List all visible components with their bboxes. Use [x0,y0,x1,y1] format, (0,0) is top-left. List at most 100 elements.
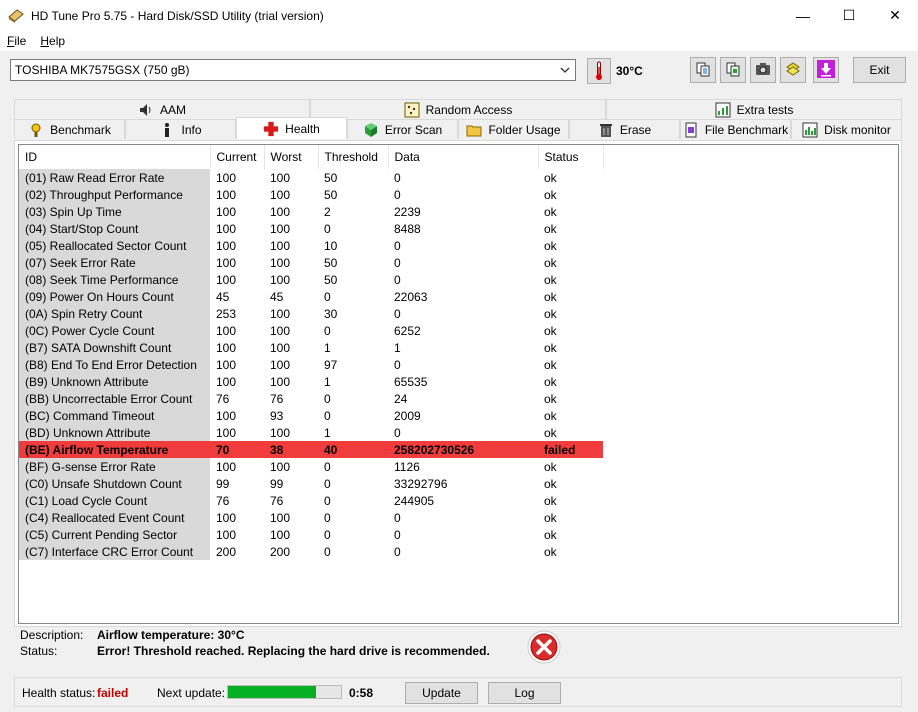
tab-random-access[interactable]: Random Access [310,99,606,119]
table-row[interactable]: (B8) End To End Error Detection 100 100 97 0… [19,356,603,373]
tab-health[interactable]: Health [236,117,347,139]
table-row[interactable]: (C0) Unsafe Shutdown Count 99 99 0 33292796 o… [19,475,603,492]
table-row[interactable]: (07) Seek Error Rate 100 100 50 0 ok [19,254,603,271]
tab-label: Error Scan [384,122,443,137]
cell-threshold: 10 [324,238,338,253]
column-header-status[interactable]: Status [538,145,604,169]
minimize-button[interactable]: — [780,0,826,31]
cell-id: (C0) Unsafe Shutdown Count [19,475,210,492]
table-row[interactable]: (BD) Unknown Attribute 100 100 1 0 ok [19,424,603,441]
cell-status: ok [544,306,557,321]
table-row[interactable]: (C5) Current Pending Sector 100 100 0 0 ok [19,526,603,543]
table-row[interactable]: (C7) Interface CRC Error Count 200 200 0 0 ok [19,543,603,560]
menu-file[interactable]: File [0,34,33,48]
table-row[interactable]: (04) Start/Stop Count 100 100 0 8488 ok [19,220,603,237]
tab-disk-monitor[interactable]: Disk monitor [791,119,902,139]
table-row[interactable]: (BF) G-sense Error Rate 100 100 0 1126 ok [19,458,603,475]
smart-attributes-list[interactable]: ID Current Worst Threshold Data Status (… [18,144,899,624]
cell-threshold: 50 [324,170,338,185]
exit-button[interactable]: Exit [853,57,906,83]
update-button[interactable]: Update [405,682,478,704]
column-header-worst[interactable]: Worst [264,145,319,169]
table-row[interactable]: (02) Throughput Performance 100 100 50 0 ok [19,186,603,203]
options-button[interactable] [780,57,806,83]
table-row[interactable]: (C1) Load Cycle Count 76 76 0 244905 ok [19,492,603,509]
cell-threshold: 1 [324,374,331,389]
cell-worst: 93 [270,408,284,423]
table-row[interactable]: (BC) Command Timeout 100 93 0 2009 ok [19,407,603,424]
cell-id: (B7) SATA Downshift Count [19,339,210,356]
cell-id: (B9) Unknown Attribute [19,373,210,390]
camera-icon [755,61,771,80]
table-row[interactable]: (09) Power On Hours Count 45 45 0 22063 ok [19,288,603,305]
table-row[interactable]: (08) Seek Time Performance 100 100 50 0 ok [19,271,603,288]
table-row[interactable]: (BE) Airflow Temperature 70 38 40 2582027305… [19,441,603,458]
tab-row-bottom: Benchmark Info Health Error Scan Folder … [14,117,902,139]
cell-threshold: 50 [324,255,338,270]
table-row[interactable]: (01) Raw Read Error Rate 100 100 50 0 ok [19,169,603,186]
tab-label: Folder Usage [488,122,561,137]
table-row[interactable]: (B9) Unknown Attribute 100 100 1 65535 ok [19,373,603,390]
cell-id: (BD) Unknown Attribute [19,424,210,441]
drive-select[interactable]: TOSHIBA MK7575GSX (750 gB) [10,59,576,81]
cell-threshold: 1 [324,340,331,355]
folder-icon [466,122,482,138]
log-button[interactable]: Log [488,682,561,704]
cell-worst: 100 [270,510,291,525]
thermometer-icon[interactable] [587,57,611,84]
tab-row-top: AAM Random Access Extra tests [14,99,902,119]
tab-benchmark[interactable]: Benchmark [14,119,125,139]
tab-aam[interactable]: AAM [14,99,310,119]
table-row[interactable]: (B7) SATA Downshift Count 100 100 1 1 ok [19,339,603,356]
table-row[interactable]: (BB) Uncorrectable Error Count 76 76 0 24 ok [19,390,603,407]
table-row[interactable]: (05) Reallocated Sector Count 100 100 10 0 ok [19,237,603,254]
error-scan-icon [363,122,379,138]
copy-screenshot-button[interactable] [720,57,746,83]
cell-status: ok [544,510,557,525]
maximize-button[interactable]: ☐ [826,0,872,31]
tab-info[interactable]: Info [125,119,236,139]
cell-id: (03) Spin Up Time [19,203,210,220]
column-header-threshold[interactable]: Threshold [318,145,389,169]
app-disk-icon [8,8,24,24]
save-button[interactable] [813,57,839,83]
tab-error-scan[interactable]: Error Scan [347,119,458,139]
file-benchmark-icon [683,122,699,138]
cell-data: 1 [394,340,401,355]
column-header-current[interactable]: Current [210,145,265,169]
tab-file-benchmark[interactable]: File Benchmark [680,119,791,139]
table-row[interactable]: (0A) Spin Retry Count 253 100 30 0 ok [19,305,603,322]
cell-data: 65535 [394,374,428,389]
copy-text-icon [695,61,711,80]
close-button[interactable]: ✕ [872,0,918,31]
table-row[interactable]: (03) Spin Up Time 100 100 2 2239 ok [19,203,603,220]
column-header-data[interactable]: Data [388,145,539,169]
cell-status: ok [544,272,557,287]
table-row[interactable]: (C4) Reallocated Event Count 100 100 0 0 ok [19,509,603,526]
cell-data: 2239 [394,204,421,219]
cell-current: 100 [216,425,237,440]
table-row[interactable]: (0C) Power Cycle Count 100 100 0 6252 ok [19,322,603,339]
cell-data: 24 [394,391,408,406]
status-row: Status: Error! Threshold reached. Replac… [20,643,490,659]
cell-worst: 100 [270,272,291,287]
cell-data: 0 [394,272,401,287]
cell-id: (BC) Command Timeout [19,407,210,424]
cell-data: 0 [394,544,401,559]
cell-worst: 100 [270,323,291,338]
tab-extra-tests[interactable]: Extra tests [606,99,902,119]
tab-label: Info [181,122,202,137]
cell-id: (09) Power On Hours Count [19,288,210,305]
copy-text-button[interactable] [690,57,716,83]
tab-erase[interactable]: Erase [569,119,680,139]
cell-data: 0 [394,510,401,525]
cell-worst: 200 [270,544,291,559]
screenshot-button[interactable] [750,57,776,83]
column-header-id[interactable]: ID [19,145,211,169]
cell-current: 100 [216,527,237,542]
menu-help[interactable]: Help [33,34,72,48]
tab-folder-usage[interactable]: Folder Usage [458,119,569,139]
cell-data: 0 [394,238,401,253]
cell-worst: 100 [270,221,291,236]
description-area: Description: Airflow temperature: 30°C S… [20,627,900,667]
